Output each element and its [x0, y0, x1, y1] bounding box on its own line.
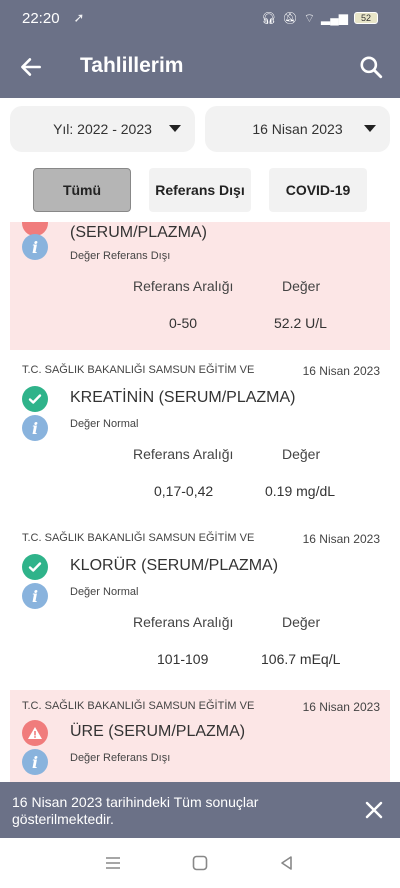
warning-icon	[22, 720, 48, 746]
home-icon[interactable]	[190, 853, 210, 873]
battery-icon: 52	[354, 12, 378, 24]
result-card[interactable]: T.C. SAĞLIK BAKANLIĞI SAMSUN EĞİTİM VE 1…	[10, 690, 390, 782]
system-navigation-bar	[0, 838, 400, 888]
institution-name: T.C. SAĞLIK BAKANLIĞI SAMSUN EĞİTİM VE	[22, 700, 255, 712]
test-name: KREATİNİN (SERUM/PLAZMA)	[70, 389, 296, 406]
caret-down-icon	[169, 125, 181, 132]
snackbar-message-line2: gösterilmektedir.	[12, 811, 114, 827]
status-time: 22:20	[22, 9, 60, 27]
range-header: Referans Aralığı	[133, 614, 234, 630]
filters: Yıl: 2022 - 2023 16 Nisan 2023	[10, 106, 390, 152]
result-card[interactable]: T.C. SAĞLIK BAKANLIĞI SAMSUN EĞİTİM VE 1…	[10, 526, 390, 686]
info-icon[interactable]: i	[22, 234, 48, 260]
result-card[interactable]: (SERUM/PLAZMA) i Değer Referans Dışı Ref…	[10, 222, 390, 350]
back-arrow-icon[interactable]	[18, 54, 44, 80]
tab-covid19[interactable]: COVID-19	[269, 168, 367, 212]
test-name: KLORÜR (SERUM/PLAZMA)	[70, 557, 279, 574]
caret-down-icon	[364, 125, 376, 132]
navigation-icon: ➚	[73, 10, 85, 25]
result-value: 0.19 mg/dL	[265, 483, 336, 499]
result-status: Değer Referans Dışı	[70, 752, 171, 764]
result-date: 16 Nisan 2023	[302, 700, 380, 714]
result-date: 16 Nisan 2023	[302, 364, 380, 378]
tab-out-of-reference[interactable]: Referans Dışı	[149, 168, 251, 212]
result-value: 52.2 U/L	[274, 315, 327, 331]
menu-icon[interactable]	[103, 854, 123, 872]
result-date: 16 Nisan 2023	[302, 532, 380, 546]
status-bar: 22:20 ➚ 🎧︎ 🔕︎ ⌔ ▂▄▆ 52	[0, 0, 400, 36]
institution-name: T.C. SAĞLIK BAKANLIĞI SAMSUN EĞİTİM VE	[22, 364, 255, 376]
search-icon[interactable]	[358, 54, 384, 80]
institution-name: T.C. SAĞLIK BAKANLIĞI SAMSUN EĞİTİM VE	[22, 532, 255, 544]
test-name: ÜRE (SERUM/PLAZMA)	[70, 723, 246, 740]
page-title: Tahlillerim	[80, 54, 184, 77]
date-dropdown-label: 16 Nisan 2023	[252, 121, 343, 137]
back-triangle-icon[interactable]	[277, 853, 297, 873]
result-status: Değer Referans Dışı	[70, 250, 171, 262]
year-dropdown[interactable]: Yıl: 2022 - 2023	[10, 106, 195, 152]
headphones-icon: 🎧︎	[261, 11, 277, 25]
result-card[interactable]: T.C. SAĞLIK BAKANLIĞI SAMSUN EĞİTİM VE 1…	[10, 358, 390, 518]
check-icon	[22, 386, 48, 412]
snackbar: 16 Nisan 2023 tarihindeki Tüm sonuçlar g…	[0, 782, 400, 838]
reference-range: 101-109	[157, 651, 209, 667]
snackbar-message-line1: 16 Nisan 2023 tarihindeki Tüm sonuçlar	[12, 794, 259, 810]
result-status: Değer Normal	[70, 586, 139, 598]
reference-range: 0,17-0,42	[154, 483, 214, 499]
app-bar: Tahlillerim	[0, 36, 400, 98]
range-header: Referans Aralığı	[133, 446, 234, 462]
result-value: 106.7 mEq/L	[261, 651, 341, 667]
info-icon[interactable]: i	[22, 749, 48, 775]
wifi-icon: ⌔	[303, 10, 316, 25]
test-name: (SERUM/PLAZMA)	[70, 224, 207, 241]
range-header: Referans Aralığı	[133, 278, 234, 294]
mute-icon: 🔕︎	[282, 11, 298, 25]
status-icons: 🎧︎ 🔕︎ ⌔ ▂▄▆ 52	[261, 11, 378, 26]
value-header: Değer	[282, 614, 321, 630]
filter-tabs: Tümü Referans Dışı COVID-19	[33, 168, 367, 212]
info-icon[interactable]: i	[22, 583, 48, 609]
signal-icon: ▂▄▆	[321, 11, 348, 25]
info-icon[interactable]: i	[22, 415, 48, 441]
reference-range: 0-50	[169, 315, 198, 331]
year-dropdown-label: Yıl: 2022 - 2023	[53, 121, 152, 137]
tab-all[interactable]: Tümü	[33, 168, 131, 212]
value-header: Değer	[282, 446, 321, 462]
date-dropdown[interactable]: 16 Nisan 2023	[205, 106, 390, 152]
result-status: Değer Normal	[70, 418, 139, 430]
value-header: Değer	[282, 278, 321, 294]
results-list: (SERUM/PLAZMA) i Değer Referans Dışı Ref…	[10, 222, 390, 782]
check-icon	[22, 554, 48, 580]
close-icon[interactable]	[364, 800, 384, 820]
